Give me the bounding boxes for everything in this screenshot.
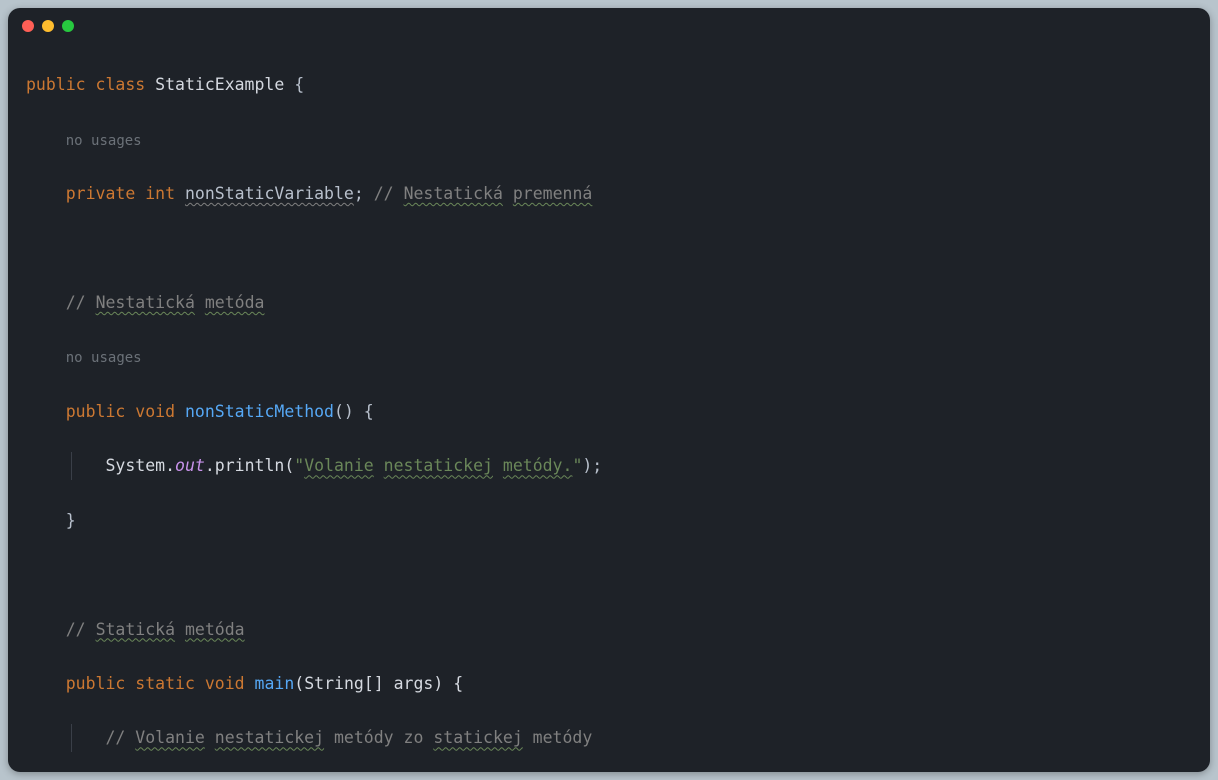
println: .println(: [205, 456, 294, 475]
comment: // Volanie nestatickej metódy zo statick…: [105, 728, 592, 747]
close-button[interactable]: [22, 20, 34, 32]
sig-tail: () {: [334, 402, 374, 421]
code-line: public void nonStaticMethod() {: [26, 398, 1192, 425]
comment-word: premenná: [513, 184, 592, 203]
usage-hint: no usages: [66, 350, 142, 366]
semicolon: ;: [354, 184, 364, 203]
code-line: private int nonStaticVariable; // Nestat…: [26, 180, 1192, 207]
code-line: // Volanie nestatickej metódy zo statick…: [26, 724, 1192, 751]
void: void: [135, 402, 175, 421]
system: System.: [105, 456, 175, 475]
modifier: private: [66, 184, 136, 203]
quote: ": [572, 456, 582, 475]
code-line: }: [26, 507, 1192, 534]
quote: ": [294, 456, 304, 475]
inlay-hint: no usages: [26, 126, 1192, 153]
window-titlebar: [8, 8, 1210, 38]
comment: // Statická metóda: [66, 620, 245, 639]
modifier: public: [66, 402, 126, 421]
code-line: // Statická metóda: [26, 616, 1192, 643]
code-line: // Nestatická metóda: [26, 289, 1192, 316]
void: void: [205, 674, 245, 693]
modifier: public: [66, 674, 126, 693]
tail: );: [582, 456, 602, 475]
inlay-hint: no usages: [26, 343, 1192, 370]
comment-prefix: //: [374, 184, 404, 203]
sig-tail: (String[] args) {: [294, 674, 463, 693]
string-word: Volanie: [304, 456, 374, 475]
comment-prefix: //: [66, 620, 96, 639]
comment-word: statickej: [433, 728, 522, 747]
comment-word: nestatickej: [215, 728, 324, 747]
code-line: public class StaticExample {: [26, 71, 1192, 98]
comment-prefix: //: [66, 293, 96, 312]
comment-word: Volanie: [135, 728, 205, 747]
main-method: main: [255, 674, 295, 693]
comment-word: metóda: [185, 620, 245, 639]
field-name: nonStaticVariable: [185, 184, 354, 203]
string-word: metódy.: [503, 456, 573, 475]
blank-line: [26, 235, 1192, 262]
usage-hint: no usages: [66, 133, 142, 149]
keyword: public class: [26, 75, 145, 94]
comment-text: metódy zo: [324, 728, 433, 747]
brace: {: [294, 75, 304, 94]
code-editor[interactable]: public class StaticExample { no usages p…: [8, 38, 1210, 772]
out-field: out: [175, 456, 205, 475]
string-word: nestatickej: [384, 456, 493, 475]
modifier: static: [135, 674, 195, 693]
editor-window: public class StaticExample { no usages p…: [8, 8, 1210, 772]
code-line: System.out.println("Volanie nestatickej …: [26, 452, 1192, 479]
comment-text: metódy: [523, 728, 593, 747]
class-name: StaticExample: [155, 75, 284, 94]
type: int: [145, 184, 175, 203]
comment: // Nestatická metóda: [66, 293, 265, 312]
comment-word: Statická: [96, 620, 175, 639]
blank-line: [26, 561, 1192, 588]
comment-prefix: //: [105, 728, 135, 747]
minimize-button[interactable]: [42, 20, 54, 32]
comment: // Nestatická premenná: [374, 184, 593, 203]
comment-word: Nestatická: [404, 184, 503, 203]
comment-word: metóda: [205, 293, 265, 312]
string: "Volanie nestatickej metódy.": [294, 456, 582, 475]
code-line: public static void main(String[] args) {: [26, 670, 1192, 697]
comment-word: Nestatická: [96, 293, 195, 312]
brace: }: [66, 511, 76, 530]
maximize-button[interactable]: [62, 20, 74, 32]
method-name: nonStaticMethod: [185, 402, 334, 421]
